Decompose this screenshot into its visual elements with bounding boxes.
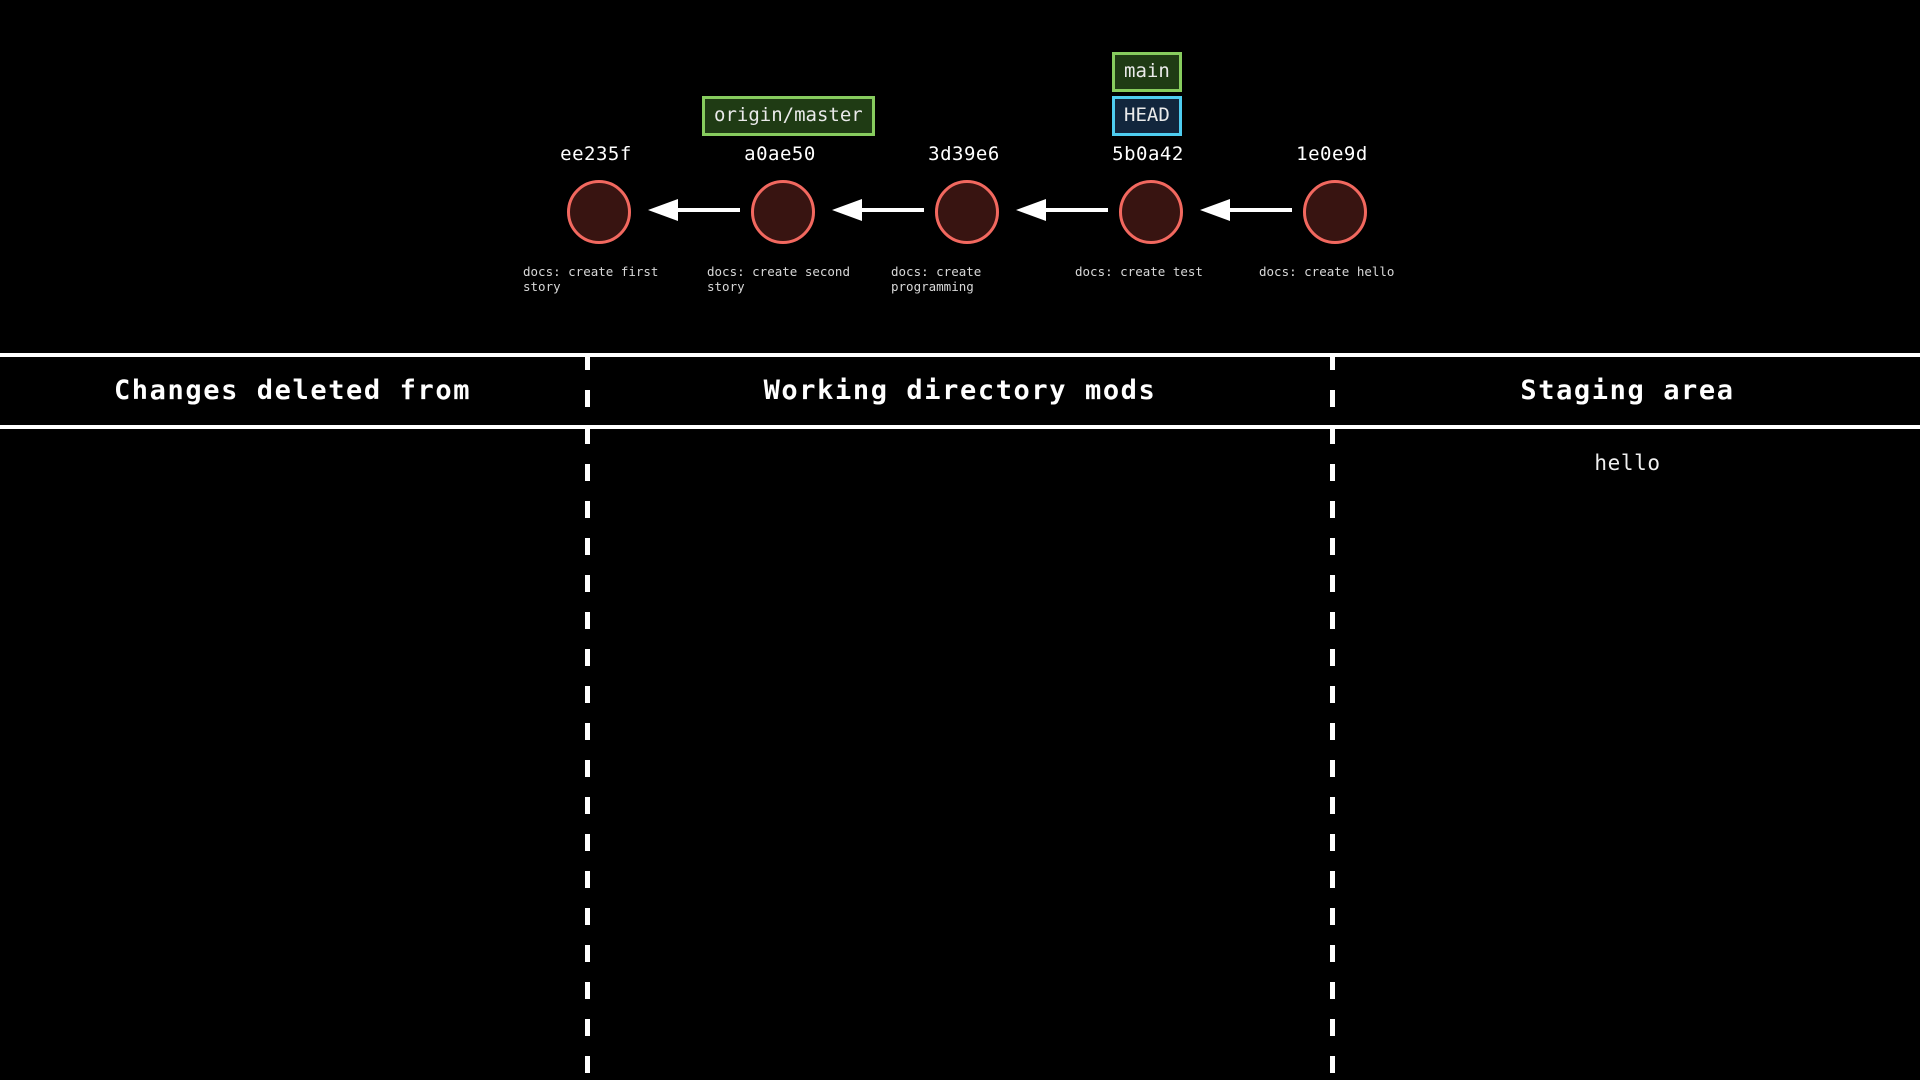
commit-node-5b0a42[interactable]: 5b0a42 docs: create test xyxy=(1048,0,1248,353)
column-header: Changes deleted from xyxy=(0,375,585,406)
commit-message: docs: create programming xyxy=(891,264,1046,294)
commit-message: docs: create test xyxy=(1075,264,1230,279)
commit-circle-icon[interactable] xyxy=(1119,180,1183,244)
commit-hash: 5b0a42 xyxy=(1048,143,1248,165)
commit-circle-icon[interactable] xyxy=(1303,180,1367,244)
commit-message: docs: create first story xyxy=(523,264,678,294)
column-header: Staging area xyxy=(1335,375,1920,406)
commit-message: docs: create hello xyxy=(1259,264,1414,279)
commit-node-3d39e6[interactable]: 3d39e6 docs: create programming xyxy=(864,0,1064,353)
commit-circle-icon[interactable] xyxy=(935,180,999,244)
commit-hash: a0ae50 xyxy=(680,143,880,165)
commit-circle-icon[interactable] xyxy=(567,180,631,244)
commit-hash: 1e0e9d xyxy=(1232,143,1432,165)
commit-hash: ee235f xyxy=(496,143,696,165)
commit-hash: 3d39e6 xyxy=(864,143,1064,165)
arrow-head-icon xyxy=(832,199,862,221)
panel-column-changes-deleted-from: Changes deleted from xyxy=(0,353,585,1080)
arrow-head-icon xyxy=(1200,199,1230,221)
commit-circle-icon[interactable] xyxy=(751,180,815,244)
file-entry[interactable]: hello xyxy=(1335,448,1920,478)
column-file-list: hello xyxy=(1335,448,1920,478)
arrow-head-icon xyxy=(648,199,678,221)
status-panel: Changes deleted from Working directory m… xyxy=(0,353,1920,1080)
commit-node-ee235f[interactable]: ee235f docs: create first story xyxy=(496,0,696,353)
commit-message: docs: create second story xyxy=(707,264,862,294)
commit-node-a0ae50[interactable]: a0ae50 docs: create second story xyxy=(680,0,880,353)
column-header: Working directory mods xyxy=(590,375,1330,406)
commit-graph: origin/master main HEAD ee235f docs: cre… xyxy=(0,0,1920,353)
panel-column-working-directory-mods: Working directory mods xyxy=(590,353,1330,1080)
commit-node-1e0e9d[interactable]: 1e0e9d docs: create hello xyxy=(1232,0,1432,353)
arrow-head-icon xyxy=(1016,199,1046,221)
panel-column-staging-area: Staging area hello xyxy=(1335,353,1920,1080)
